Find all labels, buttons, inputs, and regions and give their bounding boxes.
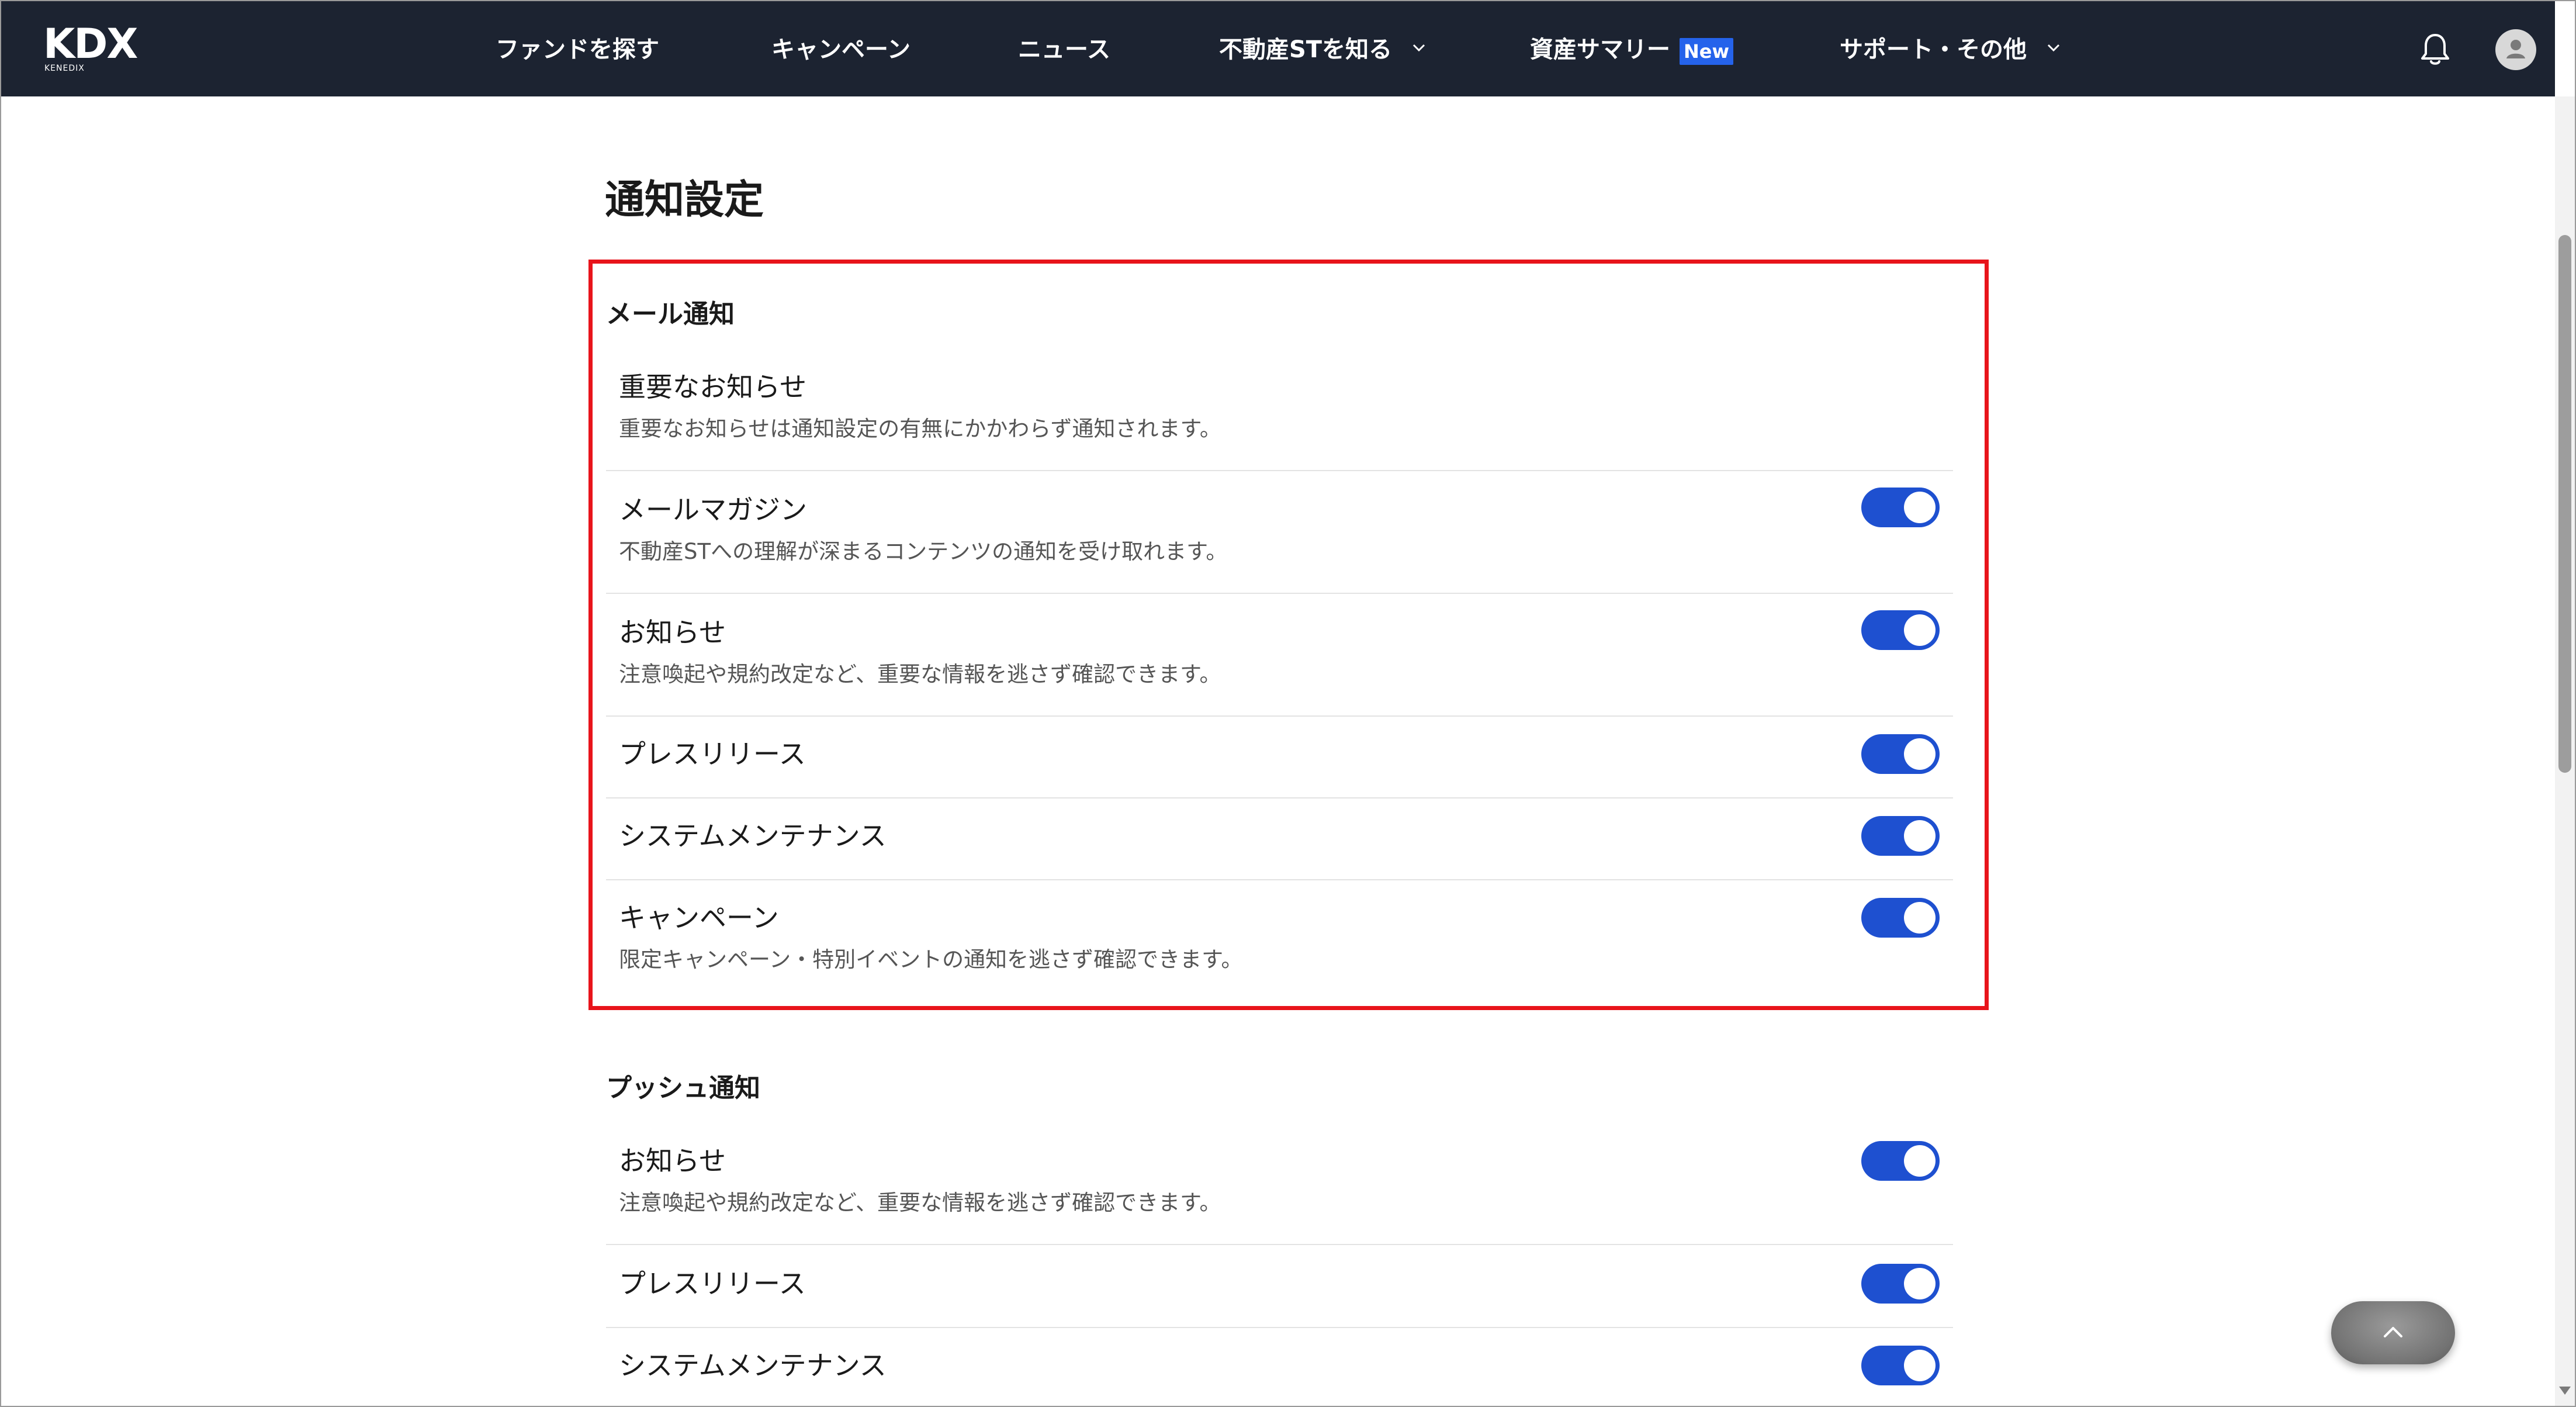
setting-description: 限定キャンペーン・特別イベントの通知を逃さず確認できます。 <box>619 947 1243 972</box>
toggle-knob <box>1904 1350 1936 1381</box>
page-title: 通知設定 <box>605 177 764 223</box>
nav-find-fund[interactable]: ファンドを探す <box>496 35 659 64</box>
setting-label: キャンペーン <box>619 902 779 934</box>
setting-description: 重要なお知らせは通知設定の有無にかかわらず通知されます。 <box>619 416 1221 441</box>
nav-asset-summary[interactable]: 資産サマリー <box>1530 35 1670 64</box>
setting-label: システムメンテナンス <box>619 820 887 852</box>
kdx-logo[interactable]: KDX KENEDIX <box>43 20 146 73</box>
chevron-down-icon <box>1412 44 1425 52</box>
push-maintenance-toggle[interactable] <box>1861 1346 1940 1385</box>
row-divider <box>606 715 1953 717</box>
toggle-knob <box>1904 1268 1936 1299</box>
setting-label: プレスリリース <box>619 1268 806 1299</box>
toggle-knob <box>1904 614 1936 646</box>
row-divider <box>606 1327 1953 1328</box>
scrollbar-thumb[interactable] <box>2558 235 2571 773</box>
bell-icon[interactable] <box>2419 32 2452 67</box>
nav-support[interactable]: サポート・その他 <box>1840 35 2061 64</box>
nav-learn-st[interactable]: 不動産STを知る <box>1219 35 1426 64</box>
nav-news[interactable]: ニュース <box>1018 35 1110 64</box>
nav-support-label: サポート・その他 <box>1840 36 2027 63</box>
setting-label: システムメンテナンス <box>619 1350 887 1381</box>
newsletter-toggle[interactable] <box>1861 488 1940 527</box>
push-notice-toggle[interactable] <box>1861 1141 1940 1181</box>
logo-text: KDX <box>43 20 138 68</box>
logo-subtext: KENEDIX <box>44 64 85 73</box>
row-divider <box>606 593 1953 594</box>
campaign-toggle[interactable] <box>1861 898 1940 938</box>
nav-campaign[interactable]: キャンペーン <box>771 35 910 64</box>
notice-toggle[interactable] <box>1861 610 1940 650</box>
new-badge: New <box>1680 38 1733 65</box>
row-divider <box>606 879 1953 880</box>
nav-learn-st-label: 不動産STを知る <box>1219 36 1393 63</box>
maintenance-toggle[interactable] <box>1861 816 1940 856</box>
scroll-down-arrow-icon[interactable] <box>2559 1387 2571 1395</box>
email-section-title: メール通知 <box>606 299 735 329</box>
push-section-title: プッシュ通知 <box>606 1073 760 1103</box>
push-press-release-toggle[interactable] <box>1861 1264 1940 1304</box>
top-navigation-bar: KDX KENEDIX ファンドを探す キャンペーン ニュース 不動産STを知る… <box>1 1 2555 96</box>
toggle-knob <box>1904 902 1936 934</box>
setting-description: 不動産STへの理解が深まるコンテンツの通知を受け取れます。 <box>619 539 1228 564</box>
nav-asset-summary-label: 資産サマリー <box>1530 36 1670 63</box>
setting-label: お知らせ <box>619 617 726 648</box>
nav-find-fund-label: ファンドを探す <box>496 36 659 63</box>
setting-label: プレスリリース <box>619 738 806 770</box>
nav-news-label: ニュース <box>1018 36 1110 63</box>
press-release-toggle[interactable] <box>1861 734 1940 774</box>
toggle-knob <box>1904 1145 1936 1177</box>
setting-label: 重要なお知らせ <box>619 371 807 403</box>
app-window: KDX KENEDIX ファンドを探す キャンペーン ニュース 不動産STを知る… <box>0 0 2576 1407</box>
row-divider <box>606 470 1953 471</box>
nav-campaign-label: キャンペーン <box>771 36 910 63</box>
chevron-up-icon <box>2384 1327 2402 1337</box>
row-divider <box>606 797 1953 798</box>
back-to-top-button[interactable] <box>2331 1301 2455 1364</box>
toggle-knob <box>1904 492 1936 523</box>
toggle-knob <box>1904 738 1936 770</box>
setting-description: 注意喚起や規約改定など、重要な情報を逃さず確認できます。 <box>619 662 1221 687</box>
setting-label: お知らせ <box>619 1145 726 1177</box>
setting-label: メールマガジン <box>619 494 807 526</box>
chevron-down-icon <box>2047 44 2059 52</box>
row-divider <box>606 1244 1953 1245</box>
toggle-knob <box>1904 820 1936 852</box>
user-avatar-icon[interactable] <box>2495 29 2536 70</box>
setting-description: 注意喚起や規約改定など、重要な情報を逃さず確認できます。 <box>619 1190 1221 1215</box>
